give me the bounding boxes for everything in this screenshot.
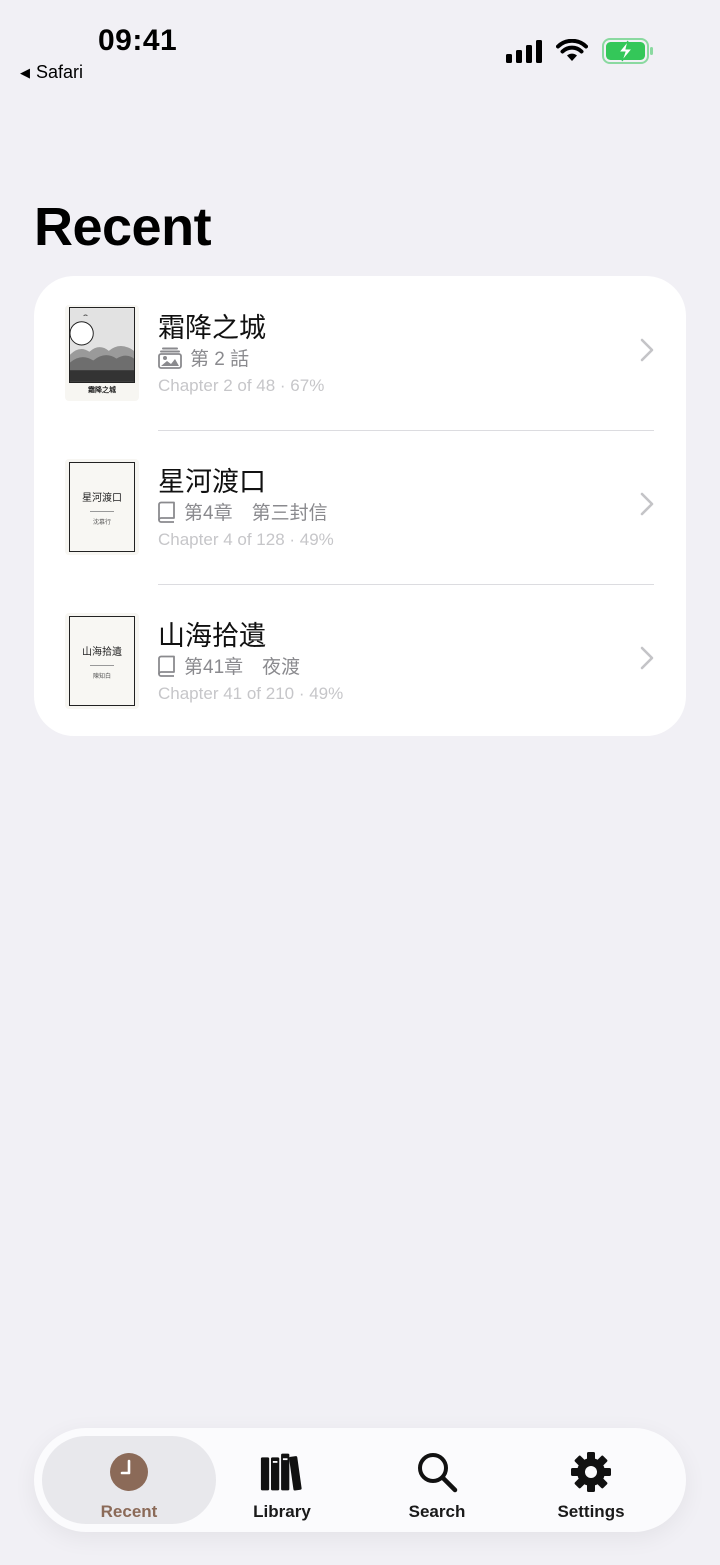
cover-title: 星河渡口: [82, 493, 122, 504]
tab-label: Recent: [100, 1502, 158, 1521]
tab-search[interactable]: Search: [350, 1436, 524, 1524]
book-title: 霜降之城: [158, 313, 266, 343]
tab-library[interactable]: Library: [195, 1436, 369, 1524]
tab-label: Library: [253, 1502, 311, 1521]
cover-divider: [90, 665, 114, 666]
reading-progress: Chapter 2 of 48 · 67%: [158, 376, 325, 395]
chapter-label: 第4章 第三封信: [184, 503, 328, 524]
chevron-right-icon: [640, 646, 654, 670]
back-triangle-icon: ◀: [20, 64, 30, 80]
magnifier-icon: [415, 1450, 459, 1494]
tab-bar: Recent Library Search Settings: [34, 1428, 686, 1532]
chapter-info: 第41章 夜渡: [158, 652, 300, 679]
status-icons: [506, 38, 654, 64]
cover-title: 霜降之城: [88, 387, 116, 394]
back-to-safari-link[interactable]: ◀ Safari: [20, 62, 83, 83]
gear-icon: [569, 1450, 613, 1494]
list-item[interactable]: 霜降之城 霜降之城 第 2 話 Chapter 2 of 48 · 67%: [34, 276, 686, 430]
cellular-signal-icon: [506, 40, 542, 63]
book-cover: 星河渡口 沈慕行: [65, 459, 139, 555]
books-icon: [260, 1450, 304, 1494]
chapter-info: 第 2 話: [158, 344, 249, 371]
recent-list: 霜降之城 霜降之城 第 2 話 Chapter 2 of 48 · 67% 星河…: [34, 276, 686, 736]
tab-settings[interactable]: Settings: [504, 1436, 678, 1524]
cover-author: 沈慕行: [92, 520, 111, 526]
book-cover: 霜降之城: [65, 305, 139, 401]
clock-icon: [107, 1450, 151, 1494]
chapter-label: 第 2 話: [190, 349, 250, 370]
book-title: 山海拾遺: [158, 621, 266, 651]
tab-label: Settings: [557, 1502, 625, 1521]
chevron-right-icon: [640, 492, 654, 516]
back-app-label: Safari: [36, 62, 84, 82]
page-title: Recent: [34, 197, 212, 257]
book-icon: [158, 501, 175, 523]
image-stack-icon: [158, 347, 182, 369]
list-item[interactable]: 山海拾遺 陳知白 山海拾遺 第41章 夜渡 Chapter 41 of 210 …: [34, 584, 686, 738]
row-divider: [158, 430, 654, 431]
chapter-label: 第41章 夜渡: [184, 657, 301, 678]
row-divider: [158, 584, 654, 585]
cover-title: 山海拾遺: [82, 647, 122, 658]
chapter-info: 第4章 第三封信: [158, 498, 328, 525]
tab-label: Search: [408, 1502, 466, 1521]
manga-cover-art: [69, 307, 135, 383]
wifi-icon: [556, 39, 588, 61]
status-time: 09:41: [98, 24, 178, 57]
tab-recent[interactable]: Recent: [42, 1436, 216, 1524]
list-item[interactable]: 星河渡口 沈慕行 星河渡口 第4章 第三封信 Chapter 4 of 128 …: [34, 430, 686, 584]
cover-divider: [90, 511, 114, 512]
book-title: 星河渡口: [158, 467, 266, 497]
book-cover: 山海拾遺 陳知白: [65, 613, 139, 709]
battery-charging-icon: [602, 38, 653, 64]
cover-author: 陳知白: [92, 674, 111, 680]
book-icon: [158, 655, 175, 677]
reading-progress: Chapter 41 of 210 · 49%: [158, 684, 344, 703]
chevron-right-icon: [640, 338, 654, 362]
reading-progress: Chapter 4 of 128 · 49%: [158, 530, 334, 549]
